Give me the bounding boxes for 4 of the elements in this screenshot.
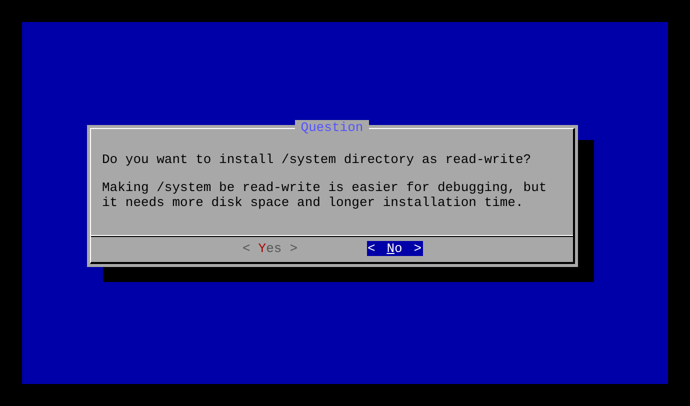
question-text: Do you want to install /system directory as read-write? bbox=[102, 152, 532, 167]
message-text: Making /system be read-write is easier for debugging, but it needs more disk space and longer installation time. bbox=[102, 180, 548, 210]
dialog-title: Question bbox=[294, 120, 370, 135]
dialog-button[interactable]: < No > bbox=[366, 241, 423, 256]
